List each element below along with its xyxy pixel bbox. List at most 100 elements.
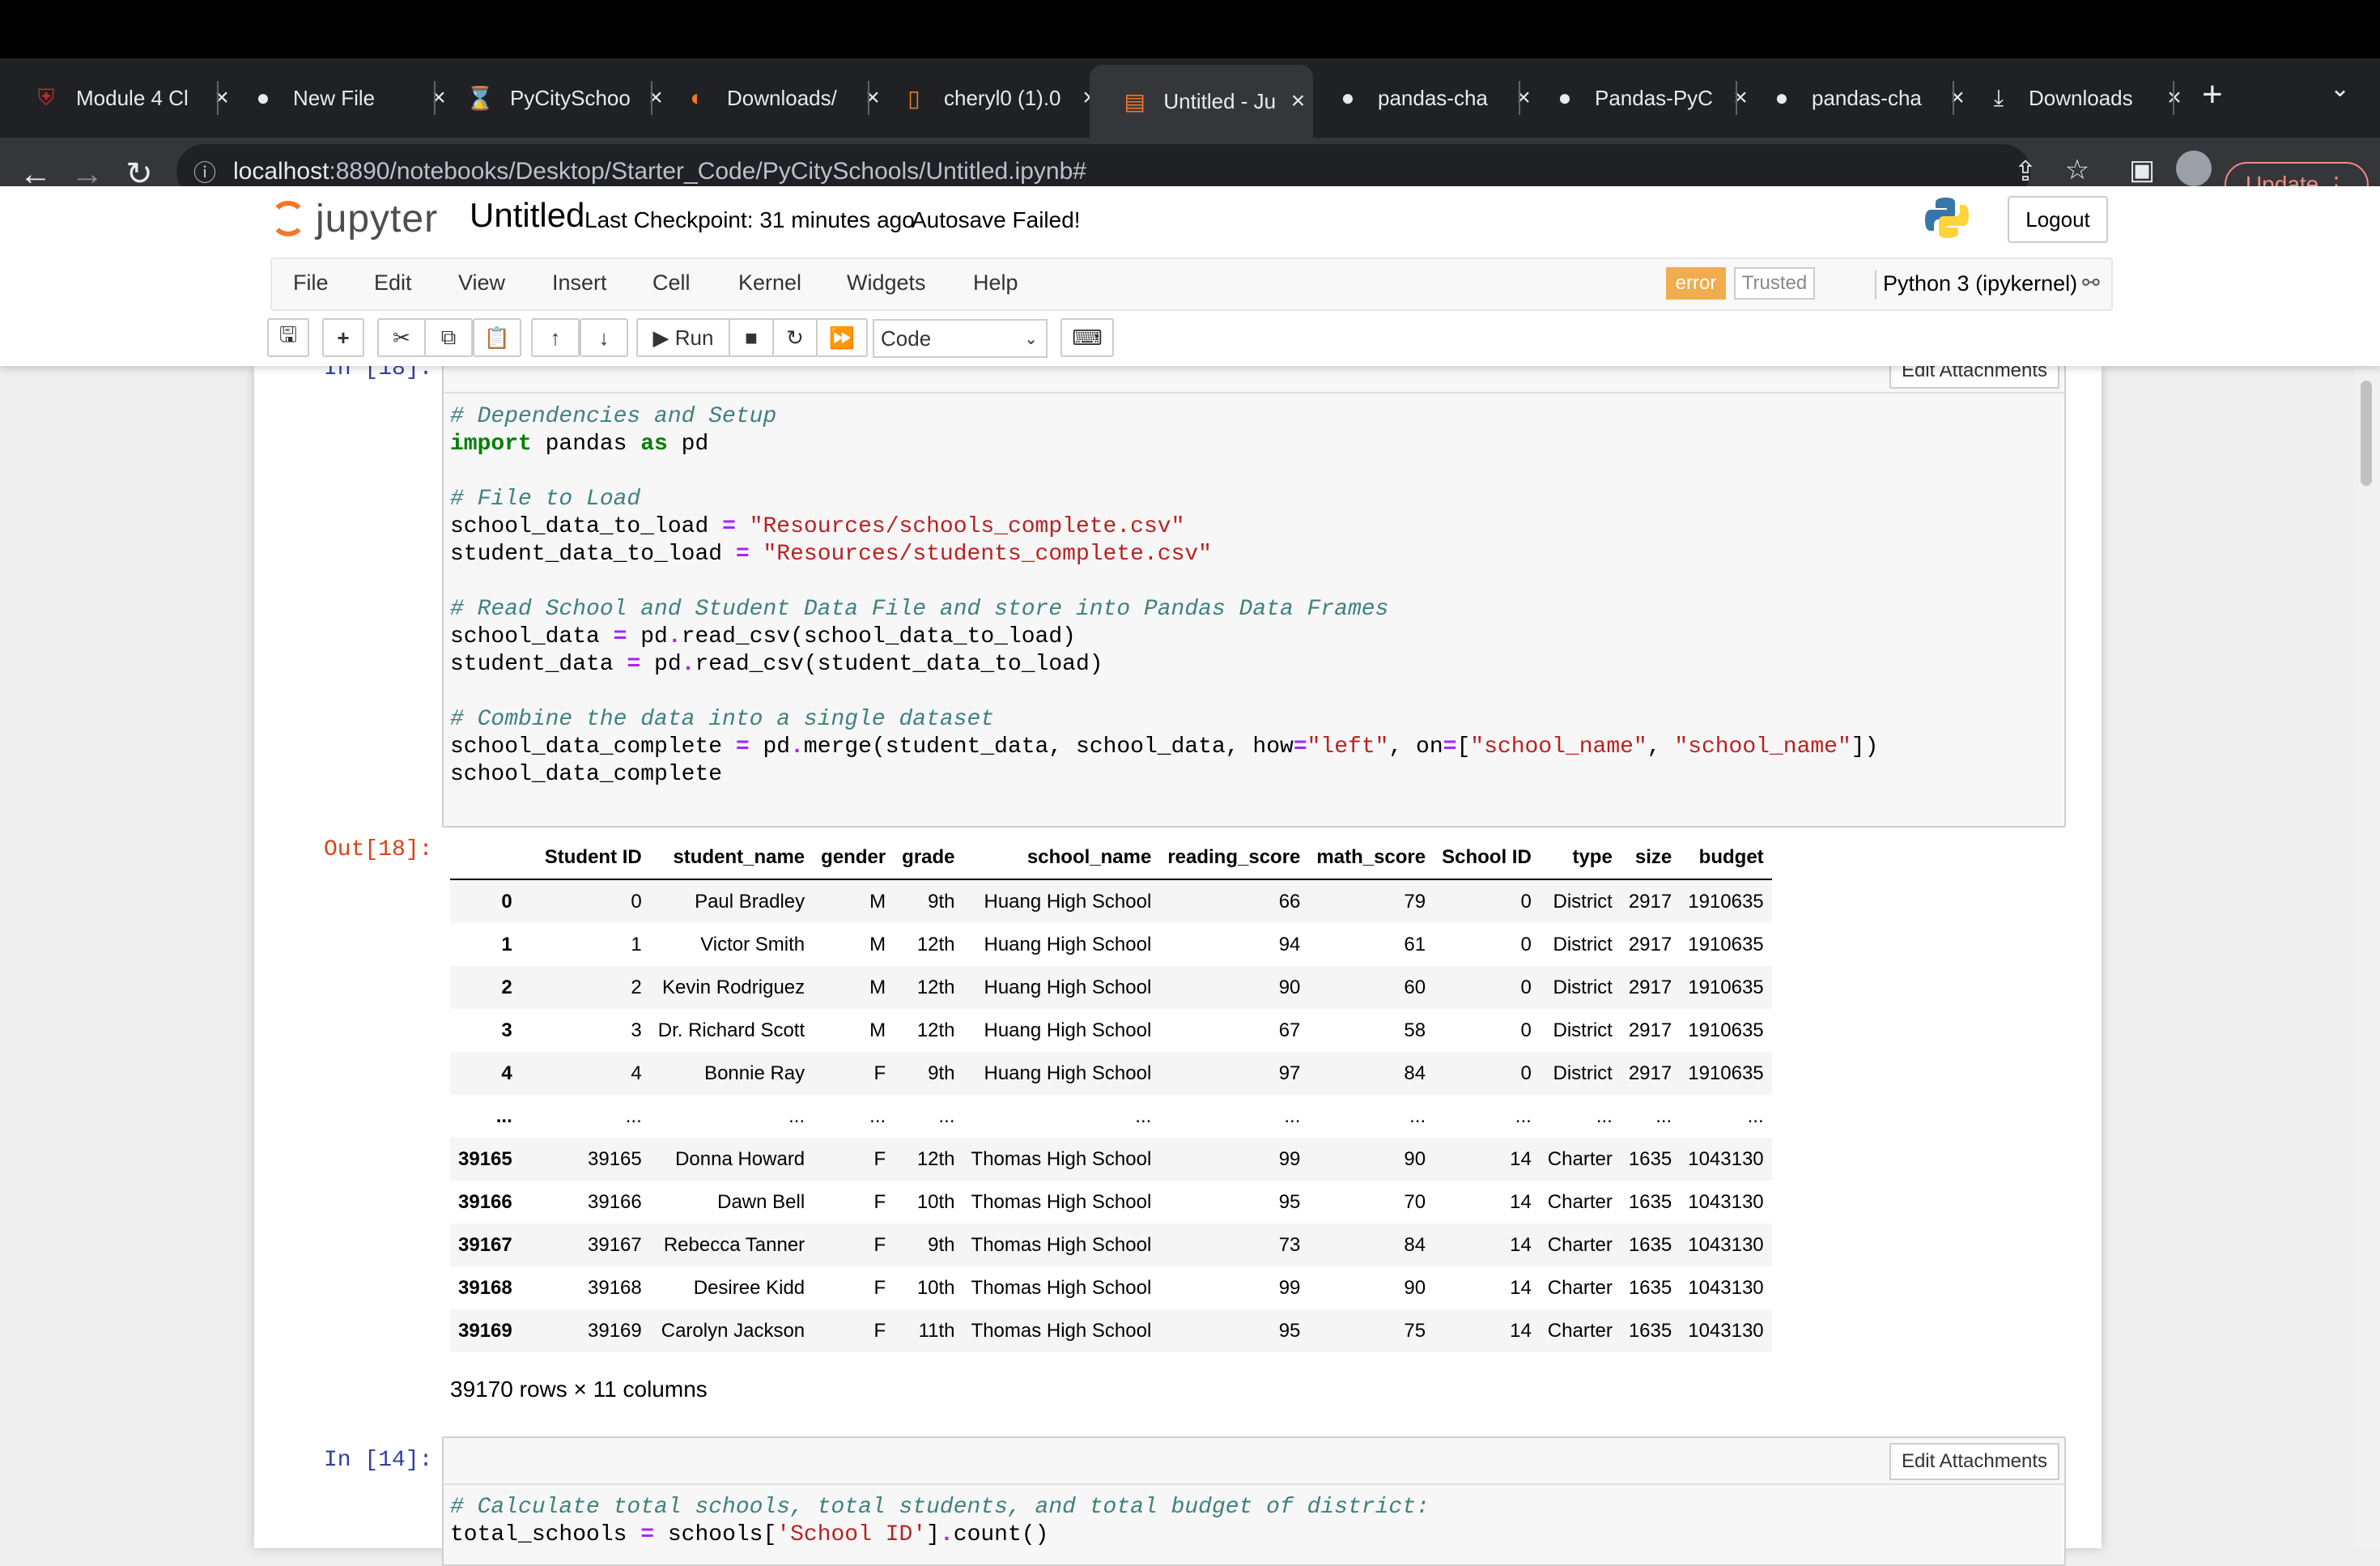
menu-insert[interactable]: Insert [552, 270, 607, 296]
kernel-disconnected-icon: ⚯ [2082, 270, 2100, 295]
github-icon: ● [256, 85, 270, 110]
browser-tab[interactable]: ▯ cheryl0 (1).0 × [868, 73, 1106, 123]
tab-separator [2173, 81, 2174, 115]
table-cell: 84 [1404, 1233, 1426, 1256]
table-cell: 1043130 [1688, 1276, 1764, 1299]
scrollbar-thumb[interactable] [2361, 381, 2372, 486]
browser-tab[interactable]: ● pandas-cha × [1736, 73, 1974, 123]
table-cell: 1635 [1628, 1276, 1672, 1299]
table-cell: 12th [916, 1019, 955, 1041]
column-header: grade [894, 836, 963, 880]
restart-icon[interactable]: ↻ [772, 318, 818, 357]
menu-kernel[interactable]: Kernel [738, 270, 801, 296]
notebook-title[interactable]: Untitled [470, 196, 584, 235]
kernel-name: Python 3 (ipykernel) [1883, 271, 2078, 296]
tab-title: Pandas-PyC [1595, 85, 1713, 110]
browser-tab[interactable]: ⛨ Module 4 Cl × [0, 73, 238, 123]
table-cell: 2917 [1628, 1019, 1672, 1041]
row-index: 39168 [458, 1276, 512, 1299]
table-cell: Charter [1547, 1190, 1613, 1213]
browser-tab-active[interactable]: ▤ Untitled - Ju × [1090, 65, 1313, 138]
row-index: 39165 [458, 1147, 512, 1170]
fast-forward-icon[interactable]: ⏩ [816, 318, 868, 357]
table-cell: ... [938, 1104, 955, 1127]
column-header [450, 836, 521, 880]
row-index: ... [495, 1104, 512, 1127]
jupyter-logo[interactable]: jupyter [270, 194, 438, 243]
run-button[interactable]: ▶ Run [636, 318, 730, 357]
insert-cell-icon[interactable]: + [322, 318, 364, 357]
play-icon: ▶ [652, 325, 669, 350]
table-cell: M [869, 976, 886, 998]
table-cell: 99 [1278, 1276, 1301, 1299]
move-down-icon[interactable]: ↓ [580, 318, 628, 357]
table-cell: 0 [631, 890, 642, 913]
table-cell: District [1553, 1062, 1613, 1084]
table-cell: 90 [1278, 976, 1301, 998]
table-cell: Thomas High School [971, 1319, 1152, 1342]
table-header-row: Student ID student_name gender grade sch… [450, 836, 1772, 880]
menu-edit[interactable]: Edit [374, 270, 412, 296]
stop-icon[interactable]: ■ [729, 318, 774, 357]
row-index: 39167 [458, 1233, 512, 1256]
trusted-indicator[interactable]: Trusted [1734, 267, 1815, 300]
cell-type-select[interactable]: Code ⌄ [873, 319, 1048, 358]
keyboard-icon[interactable]: ⌨ [1060, 318, 1114, 357]
table-cell: 0 [1520, 1019, 1532, 1041]
scrollbar[interactable] [2354, 366, 2380, 1548]
table-cell: 1635 [1628, 1147, 1672, 1170]
table-cell: 14 [1510, 1190, 1532, 1213]
table-cell: 90 [1404, 1276, 1426, 1299]
close-icon[interactable]: × [2158, 84, 2191, 112]
github-icon: ● [1774, 85, 1789, 110]
code-block[interactable]: # Dependencies and Setup import pandas a… [450, 403, 1878, 789]
github-icon: ● [1558, 85, 1572, 110]
table-cell: M [869, 933, 886, 955]
chevron-down-icon[interactable]: ⌄ [2330, 74, 2350, 103]
table-cell: 0 [1520, 976, 1532, 998]
menu-cell[interactable]: Cell [652, 270, 691, 296]
table-cell: 1910635 [1688, 933, 1764, 955]
table-cell: 1635 [1628, 1190, 1672, 1213]
browser-tab[interactable]: ● New File × [217, 73, 455, 123]
browser-tab[interactable]: ⤓ Downloads × [1953, 73, 2191, 123]
jupyter-icon: ◐ [690, 85, 704, 110]
table-cell: Charter [1547, 1276, 1613, 1299]
table-cell: 2917 [1628, 976, 1672, 998]
hourglass-icon: ⌛ [465, 85, 495, 111]
table-cell: 2917 [1628, 1062, 1672, 1084]
menu-file[interactable]: File [293, 270, 329, 296]
move-up-icon[interactable]: ↑ [531, 318, 580, 357]
tab-title: New File [293, 85, 376, 110]
table-row: 39166 39166 Dawn Bell F 10th Thomas High Scho… [450, 1181, 1772, 1223]
edit-attachments-button[interactable]: Edit Attachments [1889, 1443, 2059, 1480]
new-tab-icon[interactable]: + [2202, 74, 2223, 115]
table-cell: Huang High School [984, 1019, 1152, 1041]
browser-tab[interactable]: ◐ Downloads/ × [651, 73, 889, 123]
menu-widgets[interactable]: Widgets [847, 270, 926, 296]
logout-button[interactable]: Logout [2008, 196, 2108, 243]
paste-icon[interactable]: 📋 [473, 318, 521, 357]
table-cell: 39167 [588, 1233, 642, 1256]
tab-title: Downloads/ [727, 85, 837, 110]
browser-tab[interactable]: ⌛ PyCitySchoo × [434, 73, 672, 123]
browser-tab[interactable]: ● pandas-cha × [1302, 73, 1540, 123]
menu-view[interactable]: View [458, 270, 505, 296]
cut-icon[interactable]: ✂ [377, 318, 426, 357]
browser-tab[interactable]: ● Pandas-PyC × [1519, 73, 1757, 123]
cell-attachments-bar [444, 1438, 2064, 1485]
column-header: math_score [1308, 836, 1434, 880]
tab-title: pandas-cha [1812, 85, 1922, 110]
error-badge[interactable]: error [1666, 267, 1726, 300]
table-cell: 2917 [1628, 933, 1672, 955]
save-icon[interactable]: 🖫 [267, 318, 309, 357]
table-cell: 1910635 [1688, 890, 1764, 913]
table-cell: 1910635 [1688, 976, 1764, 998]
code-block[interactable]: # Calculate total schools, total student… [450, 1494, 1430, 1549]
avatar[interactable] [2176, 151, 2212, 186]
table-cell: 1 [631, 933, 642, 955]
copy-icon[interactable]: ⧉ [424, 318, 473, 357]
menu-help[interactable]: Help [973, 270, 1018, 296]
column-header: size [1620, 836, 1681, 880]
shield-icon: ⛨ [37, 84, 55, 110]
